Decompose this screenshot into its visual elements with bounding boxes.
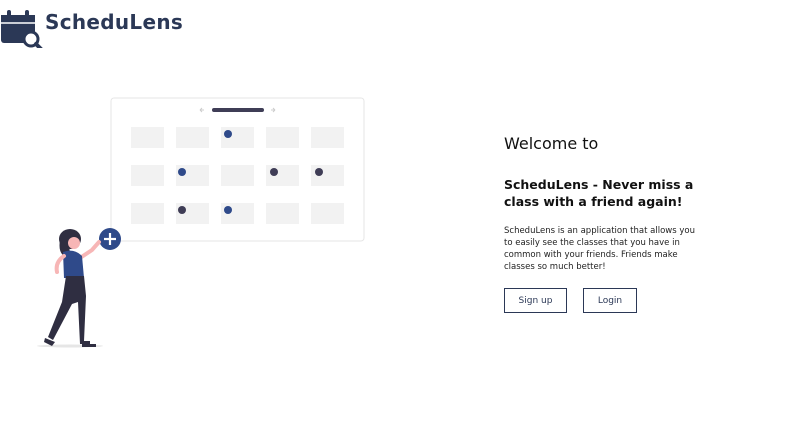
person-figure — [37, 229, 103, 348]
landing-page: ScheduLens Welcome to ScheduLens - Never… — [0, 0, 806, 425]
description: ScheduLens is an application that allows… — [504, 226, 695, 272]
plus-circle-icon — [99, 228, 121, 250]
calendar-illustration — [37, 97, 365, 348]
login-button[interactable]: Login — [583, 288, 637, 313]
brand-name: ScheduLens — [45, 10, 184, 34]
welcome-title: Welcome to — [504, 134, 599, 153]
calendar-search-icon — [1, 10, 43, 48]
headline: ScheduLens - Never miss a class with a f… — [504, 177, 694, 209]
signup-button[interactable]: Sign up — [504, 288, 567, 313]
